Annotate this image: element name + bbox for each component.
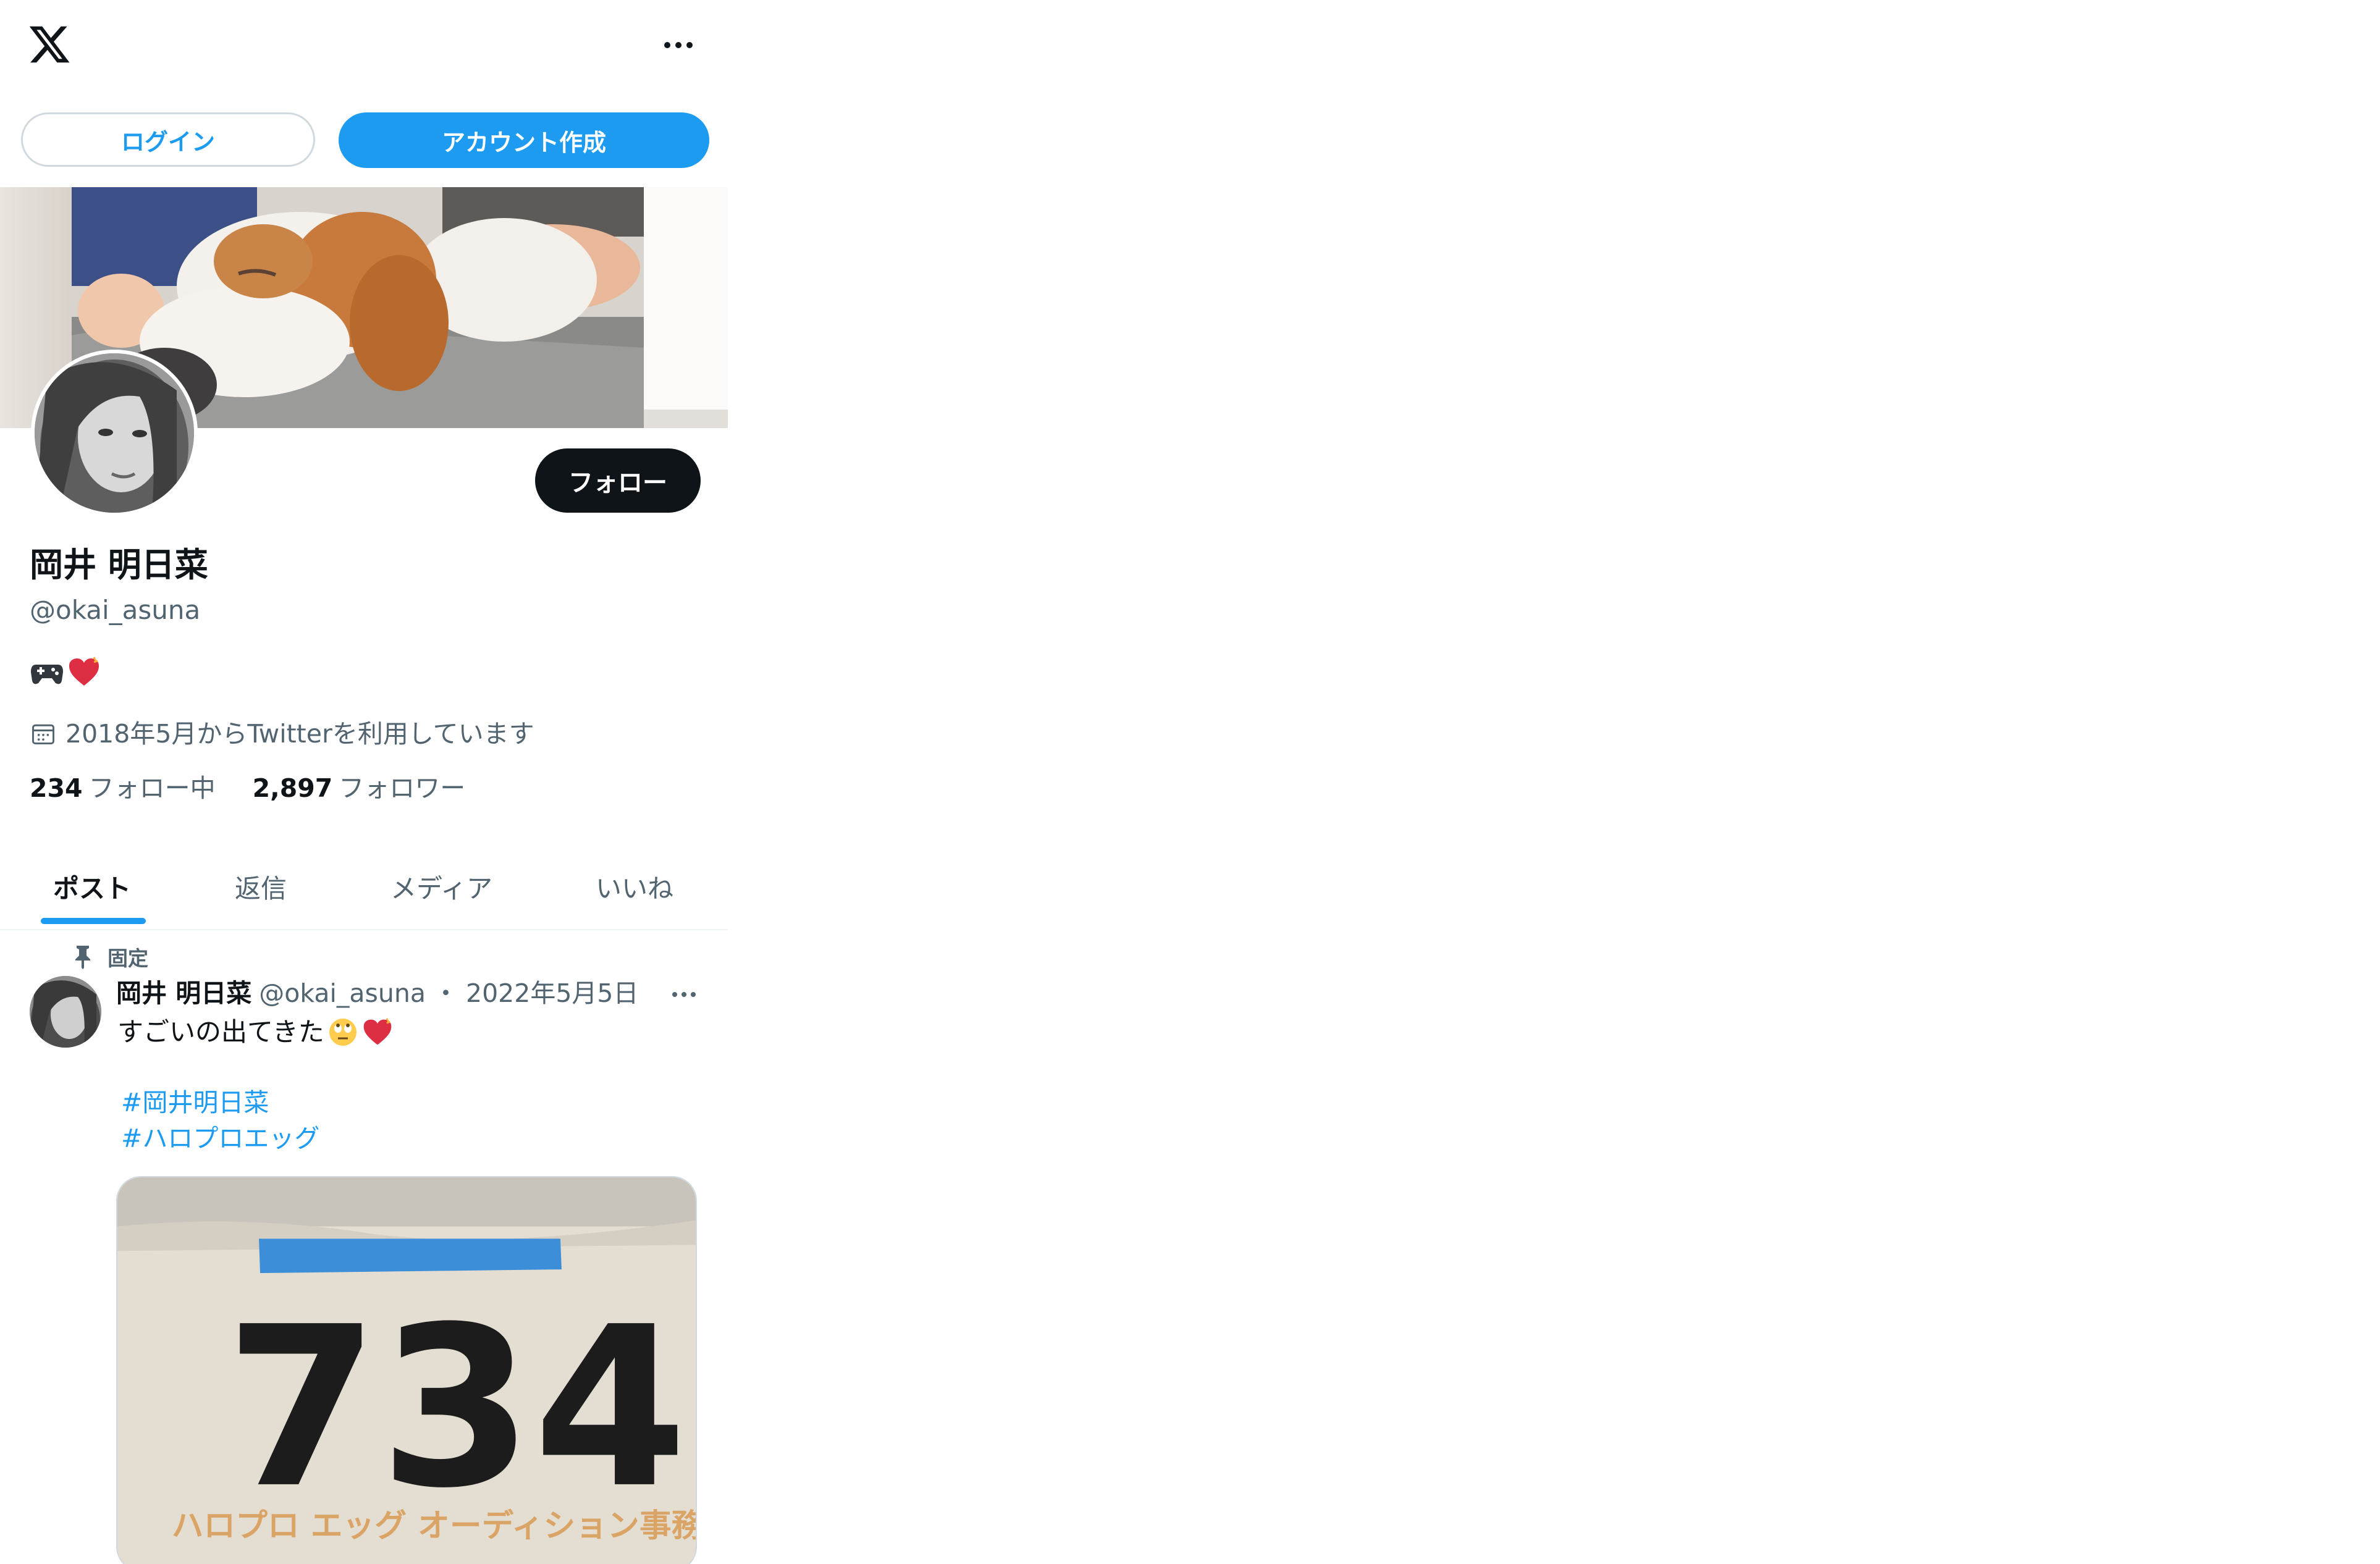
following-count: 234 [30,773,83,803]
joined-date: 2018年5月からTwitterを利用しています [30,715,534,752]
bib-caption: ハロプロ エッグ オーディション事務局 [172,1507,696,1544]
profile-avatar[interactable] [31,350,198,516]
tweet-header: 岡井 明日菜 @okai_asuna ・ 2022年5月5日 [116,975,639,1012]
followers-count: 2,897 [252,773,333,803]
profile-display-name: 岡井 明日菜 [30,545,208,584]
tweet-text-body: すごいの出てきた [117,1017,324,1047]
heart-icon [363,1018,392,1045]
face-with-rolling-eyes-icon [329,1019,357,1046]
x-logo-icon[interactable] [27,22,72,67]
profile-page: ログイン アカウント作成 フォロー 岡井 明日菜 @okai_asuna 201… [0,0,728,1564]
heart-icon [69,657,99,686]
followers-label: フォロワー [339,773,466,803]
tab-posts[interactable]: ポスト [53,844,131,929]
tweet-author-avatar[interactable] [30,976,101,1048]
following-link[interactable]: 234 フォロー中 [30,770,216,807]
game-controller-icon [31,665,63,684]
tweet-separator: ・ [433,978,458,1008]
tweet-author-handle[interactable]: @okai_asuna [259,975,426,1012]
tab-media[interactable]: メディア [390,844,492,929]
profile-handle: @okai_asuna [30,595,201,625]
pinned-indicator: 固定 [73,940,148,973]
calendar-icon [32,724,54,745]
tweet-date[interactable]: 2022年5月5日 [466,975,639,1012]
tweet-more-icon[interactable] [662,982,706,1007]
profile-tabs: ポスト 返信 メディア いいね [0,844,728,930]
more-horizontal-icon[interactable] [654,23,703,67]
tab-likes[interactable]: いいね [596,844,673,929]
pin-icon [75,946,90,969]
follow-stats: 234 フォロー中 2,897 フォロワー [30,770,465,807]
active-tab-indicator [41,918,146,924]
profile-bio [30,655,101,689]
login-button[interactable]: ログイン [21,112,315,167]
follow-button[interactable]: フォロー [535,448,701,513]
tweet-media-image[interactable]: 734 ハロプロ エッグ オーディション事務局 [116,1176,697,1564]
tab-replies[interactable]: 返信 [235,844,287,929]
tweet-hashtag[interactable]: #ハロプロエッグ [121,1120,319,1156]
tweet-text: すごいの出てきた [117,1014,394,1050]
create-account-button[interactable]: アカウント作成 [339,112,709,168]
joined-text: 2018年5月からTwitterを利用しています [65,719,534,749]
tweet-hashtag[interactable]: #岡井明日菜 [121,1085,269,1120]
followers-link[interactable]: 2,897 フォロワー [253,770,466,807]
following-label: フォロー中 [88,773,216,803]
tweet-author-name[interactable]: 岡井 明日菜 [116,975,251,1012]
bib-number: 734 [225,1280,687,1537]
pinned-label: 固定 [108,946,148,970]
